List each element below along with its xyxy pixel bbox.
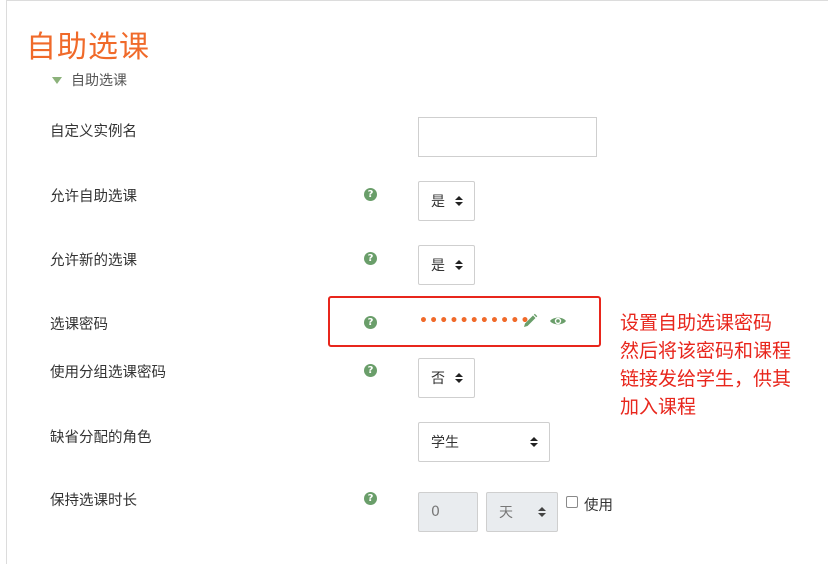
- content-frame: [6, 0, 828, 564]
- annotation-line: 链接发给学生，供其: [620, 368, 792, 390]
- use-group-key-value: 否: [431, 371, 445, 387]
- section-title: 自助选课: [71, 73, 127, 89]
- allow-new-enrol-label: 允许新的选课: [50, 253, 137, 269]
- allow-self-enrol-value: 是: [431, 194, 445, 210]
- enrol-key-label: 选课密码: [50, 317, 108, 333]
- annotation-text: 设置自助选课密码 然后将该密码和课程 链接发给学生，供其 加入课程: [620, 309, 825, 421]
- enrol-period-number[interactable]: 0: [418, 492, 478, 532]
- allow-self-enrol-label: 允许自助选课: [50, 189, 137, 205]
- annotation-line: 设置自助选课密码: [620, 312, 773, 334]
- enrol-period-number-value: 0: [431, 504, 440, 520]
- select-arrows-icon: [538, 507, 546, 517]
- allow-self-enrol-select[interactable]: 是: [418, 181, 475, 221]
- enrol-period-unit-select[interactable]: 天: [486, 492, 558, 532]
- question-circle-icon[interactable]: ?: [364, 188, 377, 201]
- use-group-key-select[interactable]: 否: [418, 358, 475, 398]
- default-role-value: 学生: [431, 435, 459, 451]
- annotation-line: 加入课程: [620, 396, 697, 418]
- question-circle-icon[interactable]: ?: [364, 364, 377, 377]
- highlight-box: [328, 296, 601, 347]
- instance-name-input[interactable]: [418, 117, 597, 157]
- section-toggle[interactable]: 自助选课: [52, 70, 127, 90]
- select-arrows-icon: [455, 196, 463, 206]
- select-arrows-icon: [455, 373, 463, 383]
- enrol-period-enable-label: 使用: [584, 498, 613, 514]
- question-circle-icon[interactable]: ?: [364, 252, 377, 265]
- page-title: 自助选课: [26, 30, 150, 65]
- enrol-period-unit-value: 天: [499, 505, 513, 521]
- allow-new-enrol-select[interactable]: 是: [418, 245, 475, 285]
- select-arrows-icon: [530, 437, 538, 447]
- default-role-label: 缺省分配的角色: [50, 430, 152, 446]
- use-group-key-label: 使用分组选课密码: [50, 365, 166, 381]
- allow-new-enrol-value: 是: [431, 258, 445, 274]
- question-circle-icon[interactable]: ?: [364, 492, 377, 505]
- annotation-line: 然后将该密码和课程: [620, 340, 792, 362]
- enrol-period-label: 保持选课时长: [50, 493, 137, 509]
- caret-down-icon: [52, 76, 62, 84]
- instance-name-label: 自定义实例名: [50, 124, 137, 140]
- default-role-select[interactable]: 学生: [418, 422, 550, 462]
- enrol-period-enable-checkbox[interactable]: [566, 496, 578, 508]
- select-arrows-icon: [455, 260, 463, 270]
